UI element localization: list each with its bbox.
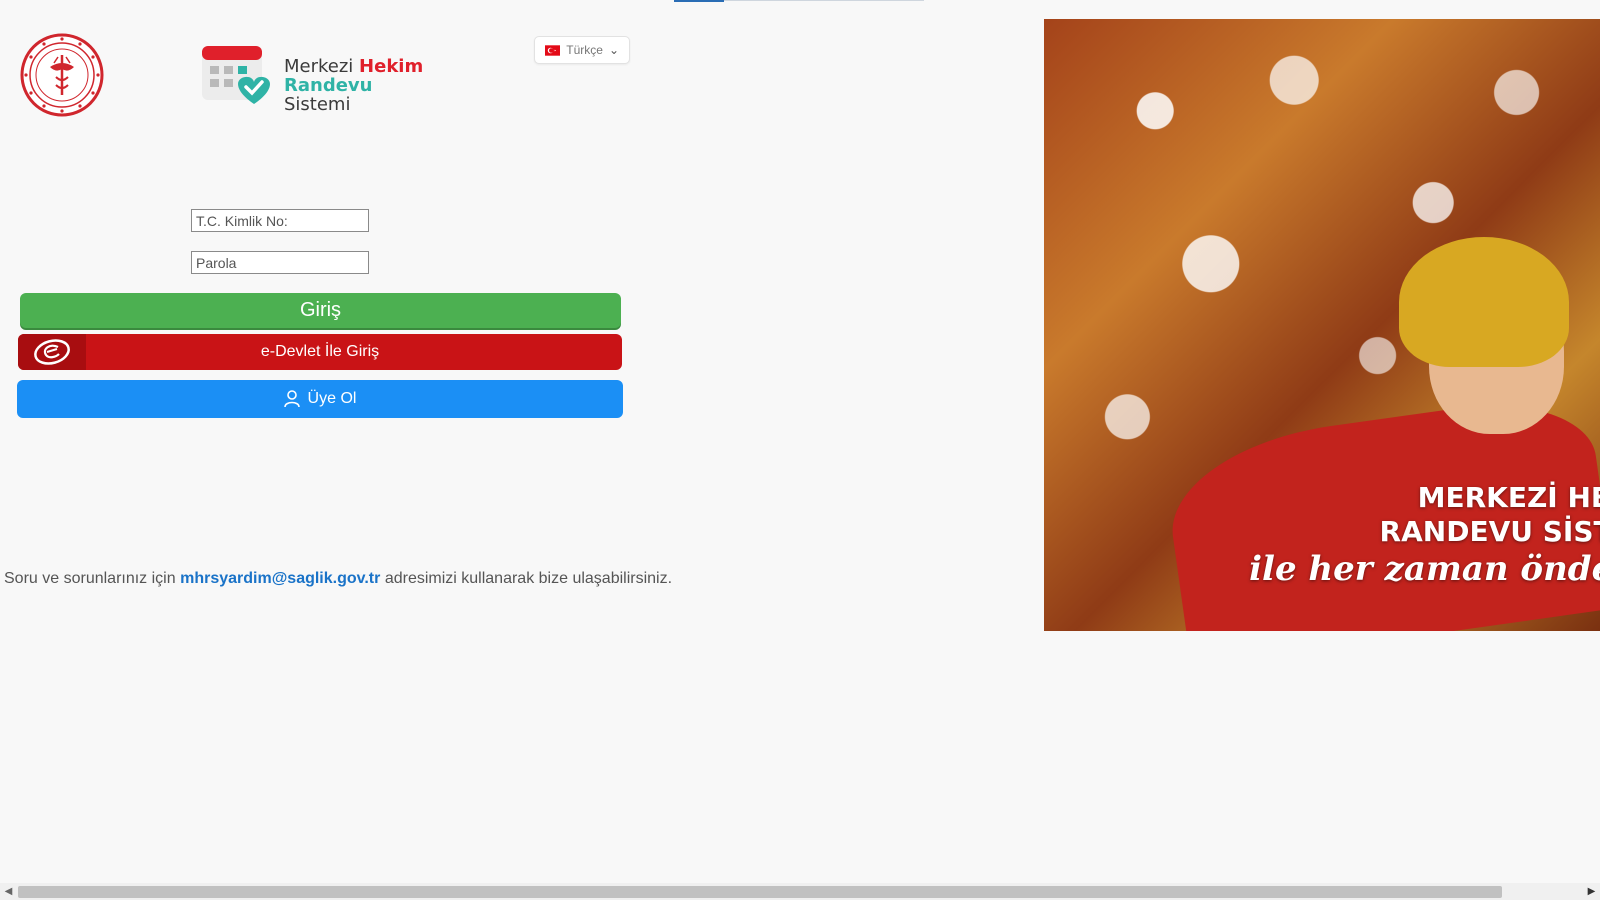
app-title-word1: Merkezi: [284, 56, 354, 77]
help-text: Soru ve sorunlarınız için mhrsyardim@sag…: [4, 570, 672, 588]
top-tab-line: [724, 0, 924, 1]
login-button[interactable]: Giriş: [20, 293, 621, 328]
hero-girl-hat: [1399, 237, 1569, 367]
hero-banner-image: MERKEZİ HEKİM RANDEVU SİSTEMİ ile her za…: [1044, 19, 1600, 631]
edevlet-logo-icon: [18, 334, 86, 370]
language-select[interactable]: Türkçe ⌄: [534, 36, 630, 64]
signup-button[interactable]: Üye Ol: [17, 380, 623, 418]
hero-line-3: ile her zaman öndesin: [1249, 549, 1600, 589]
app-title-word2: Hekim: [359, 56, 424, 77]
tc-kimlik-input[interactable]: [191, 209, 369, 232]
scrollbar-thumb[interactable]: [18, 886, 1502, 898]
help-suffix: adresimizi kullanarak bize ulaşabilirsin…: [384, 570, 673, 587]
hero-slogan: MERKEZİ HEKİM RANDEVU SİSTEMİ ile her za…: [1249, 481, 1600, 589]
hero-line-1: MERKEZİ HEKİM: [1417, 481, 1600, 514]
app-title-word4: Sistemi: [284, 94, 351, 115]
scroll-right-arrow-icon[interactable]: ▶: [1583, 883, 1600, 900]
edevlet-login-button[interactable]: e-Devlet İle Giriş: [18, 334, 622, 370]
scroll-left-arrow-icon[interactable]: ◀: [0, 883, 17, 900]
horizontal-scrollbar[interactable]: ◀ ▶: [0, 883, 1600, 900]
signup-button-label: Üye Ol: [307, 390, 357, 407]
hero-line-2: RANDEVU SİSTEMİ: [1379, 515, 1600, 548]
app-title-word3: Randevu: [284, 75, 373, 96]
help-prefix: Soru ve sorunlarınız için: [4, 570, 176, 587]
help-email-link[interactable]: mhrsyardim@saglik.gov.tr: [180, 570, 380, 587]
top-tab-indicator: [674, 0, 724, 2]
user-icon: [283, 390, 300, 408]
password-input[interactable]: [191, 251, 369, 274]
calendar-heart-icon: [202, 46, 270, 104]
mhrs-logo: Merkezi Hekim Randevu Sistemi: [202, 44, 442, 114]
login-button-label: Giriş: [299, 299, 342, 321]
ministry-of-health-logo: [20, 33, 104, 117]
chevron-down-icon: ⌄: [608, 43, 619, 57]
turkey-flag-icon: [545, 44, 561, 56]
app-logo-text: Merkezi Hekim Randevu Sistemi: [284, 57, 442, 114]
edevlet-button-label: e-Devlet İle Giriş: [260, 343, 380, 360]
language-label: Türkçe: [566, 43, 603, 57]
